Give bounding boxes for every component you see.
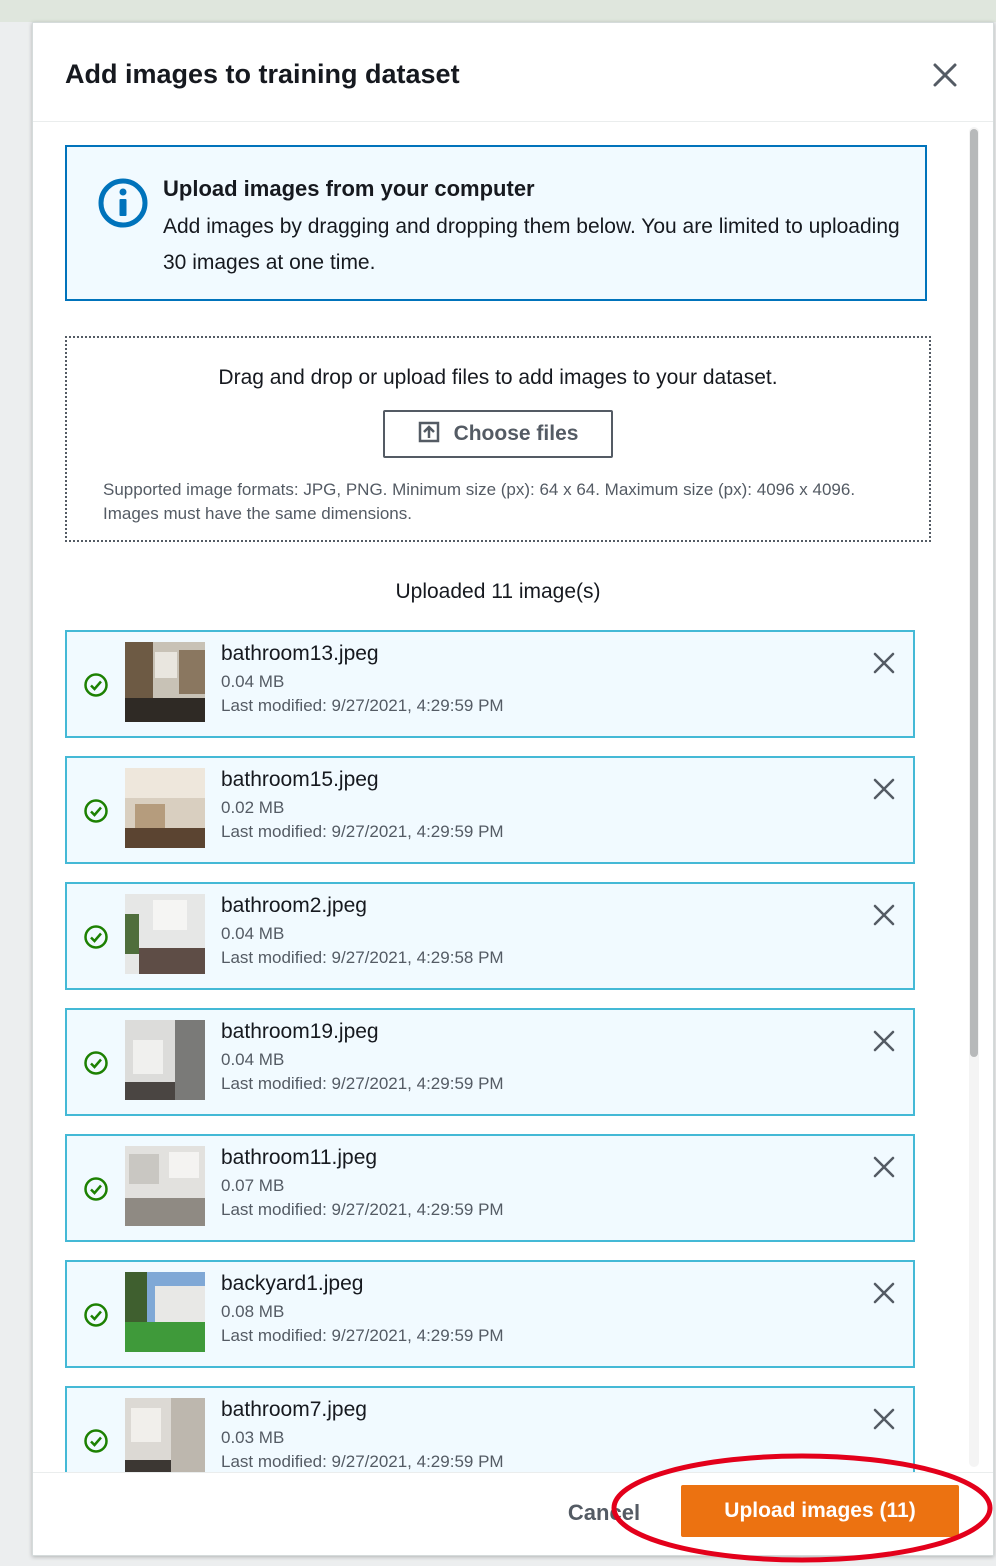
image-thumbnail (125, 1146, 205, 1226)
file-item: backyard1.jpeg 0.08 MB Last modified: 9/… (65, 1260, 915, 1368)
remove-file-icon[interactable] (871, 1406, 897, 1432)
file-modified: Last modified: 9/27/2021, 4:29:59 PM (221, 1200, 504, 1219)
file-dropzone[interactable]: Drag and drop or upload files to add ima… (65, 336, 931, 542)
top-strip (0, 0, 996, 22)
file-modified: Last modified: 9/27/2021, 4:29:59 PM (221, 1452, 504, 1471)
file-name: bathroom11.jpeg (221, 1146, 378, 1169)
cancel-button[interactable]: Cancel (549, 1491, 659, 1535)
choose-files-label: Choose files (453, 422, 579, 445)
file-size: 0.02 MB (221, 798, 285, 817)
remove-file-icon[interactable] (871, 650, 897, 676)
file-item: bathroom15.jpeg 0.02 MB Last modified: 9… (65, 756, 915, 864)
file-name: bathroom13.jpeg (221, 642, 379, 665)
remove-file-icon[interactable] (871, 902, 897, 928)
upload-icon (418, 421, 440, 448)
uploaded-count: Uploaded 11 image(s) (395, 580, 601, 603)
check-circle-icon (83, 1302, 109, 1328)
remove-file-icon[interactable] (871, 1280, 897, 1306)
file-modified: Last modified: 9/27/2021, 4:29:59 PM (221, 1326, 504, 1345)
upload-dialog: Add images to training dataset Upload im… (32, 22, 994, 1556)
check-circle-icon (83, 1176, 109, 1202)
file-item: bathroom13.jpeg 0.04 MB Last modified: 9… (65, 630, 915, 738)
file-size: 0.08 MB (221, 1302, 285, 1321)
file-modified: Last modified: 9/27/2021, 4:29:59 PM (221, 1074, 504, 1093)
file-item: bathroom19.jpeg 0.04 MB Last modified: 9… (65, 1008, 915, 1116)
dialog-body: Upload images from your computer Add ima… (33, 122, 963, 1472)
check-circle-icon (83, 1428, 109, 1454)
file-name: bathroom7.jpeg (221, 1398, 367, 1421)
file-size: 0.03 MB (221, 1428, 285, 1447)
image-thumbnail (125, 1398, 205, 1472)
file-modified: Last modified: 9/27/2021, 4:29:59 PM (221, 822, 504, 841)
file-size: 0.04 MB (221, 924, 285, 943)
file-name: backyard1.jpeg (221, 1272, 364, 1295)
dropzone-hint: Supported image formats: JPG, PNG. Minim… (103, 480, 856, 523)
file-item: bathroom11.jpeg 0.07 MB Last modified: 9… (65, 1134, 915, 1242)
dialog-title: Add images to training dataset (65, 59, 460, 89)
dialog-footer: Cancel Upload images (11) (33, 1472, 993, 1555)
file-name: bathroom19.jpeg (221, 1020, 379, 1043)
image-thumbnail (125, 642, 205, 722)
image-thumbnail (125, 894, 205, 974)
info-text: Add images by dragging and dropping them… (163, 215, 900, 274)
file-size: 0.04 MB (221, 672, 285, 691)
file-modified: Last modified: 9/27/2021, 4:29:58 PM (221, 948, 504, 967)
choose-files-button[interactable]: Choose files (383, 410, 613, 458)
file-size: 0.04 MB (221, 1050, 285, 1069)
image-thumbnail (125, 1272, 205, 1352)
remove-file-icon[interactable] (871, 1154, 897, 1180)
upload-images-button[interactable]: Upload images (11) (681, 1485, 959, 1537)
info-title: Upload images from your computer (163, 176, 535, 201)
dropzone-prompt: Drag and drop or upload files to add ima… (218, 366, 778, 389)
image-thumbnail (125, 768, 205, 848)
remove-file-icon[interactable] (871, 776, 897, 802)
file-modified: Last modified: 9/27/2021, 4:29:59 PM (221, 696, 504, 715)
scrollbar-thumb[interactable] (970, 129, 978, 1057)
info-alert: Upload images from your computer Add ima… (65, 145, 927, 301)
check-circle-icon (83, 798, 109, 824)
check-circle-icon (83, 924, 109, 950)
file-size: 0.07 MB (221, 1176, 285, 1195)
check-circle-icon (83, 1050, 109, 1076)
file-item: bathroom7.jpeg 0.03 MB Last modified: 9/… (65, 1386, 915, 1472)
image-thumbnail (125, 1020, 205, 1100)
remove-file-icon[interactable] (871, 1028, 897, 1054)
info-icon (97, 177, 149, 229)
file-name: bathroom15.jpeg (221, 768, 379, 791)
file-item: bathroom2.jpeg 0.04 MB Last modified: 9/… (65, 882, 915, 990)
dialog-header: Add images to training dataset (33, 23, 993, 122)
close-icon[interactable] (929, 59, 961, 91)
check-circle-icon (83, 672, 109, 698)
file-name: bathroom2.jpeg (221, 894, 367, 917)
